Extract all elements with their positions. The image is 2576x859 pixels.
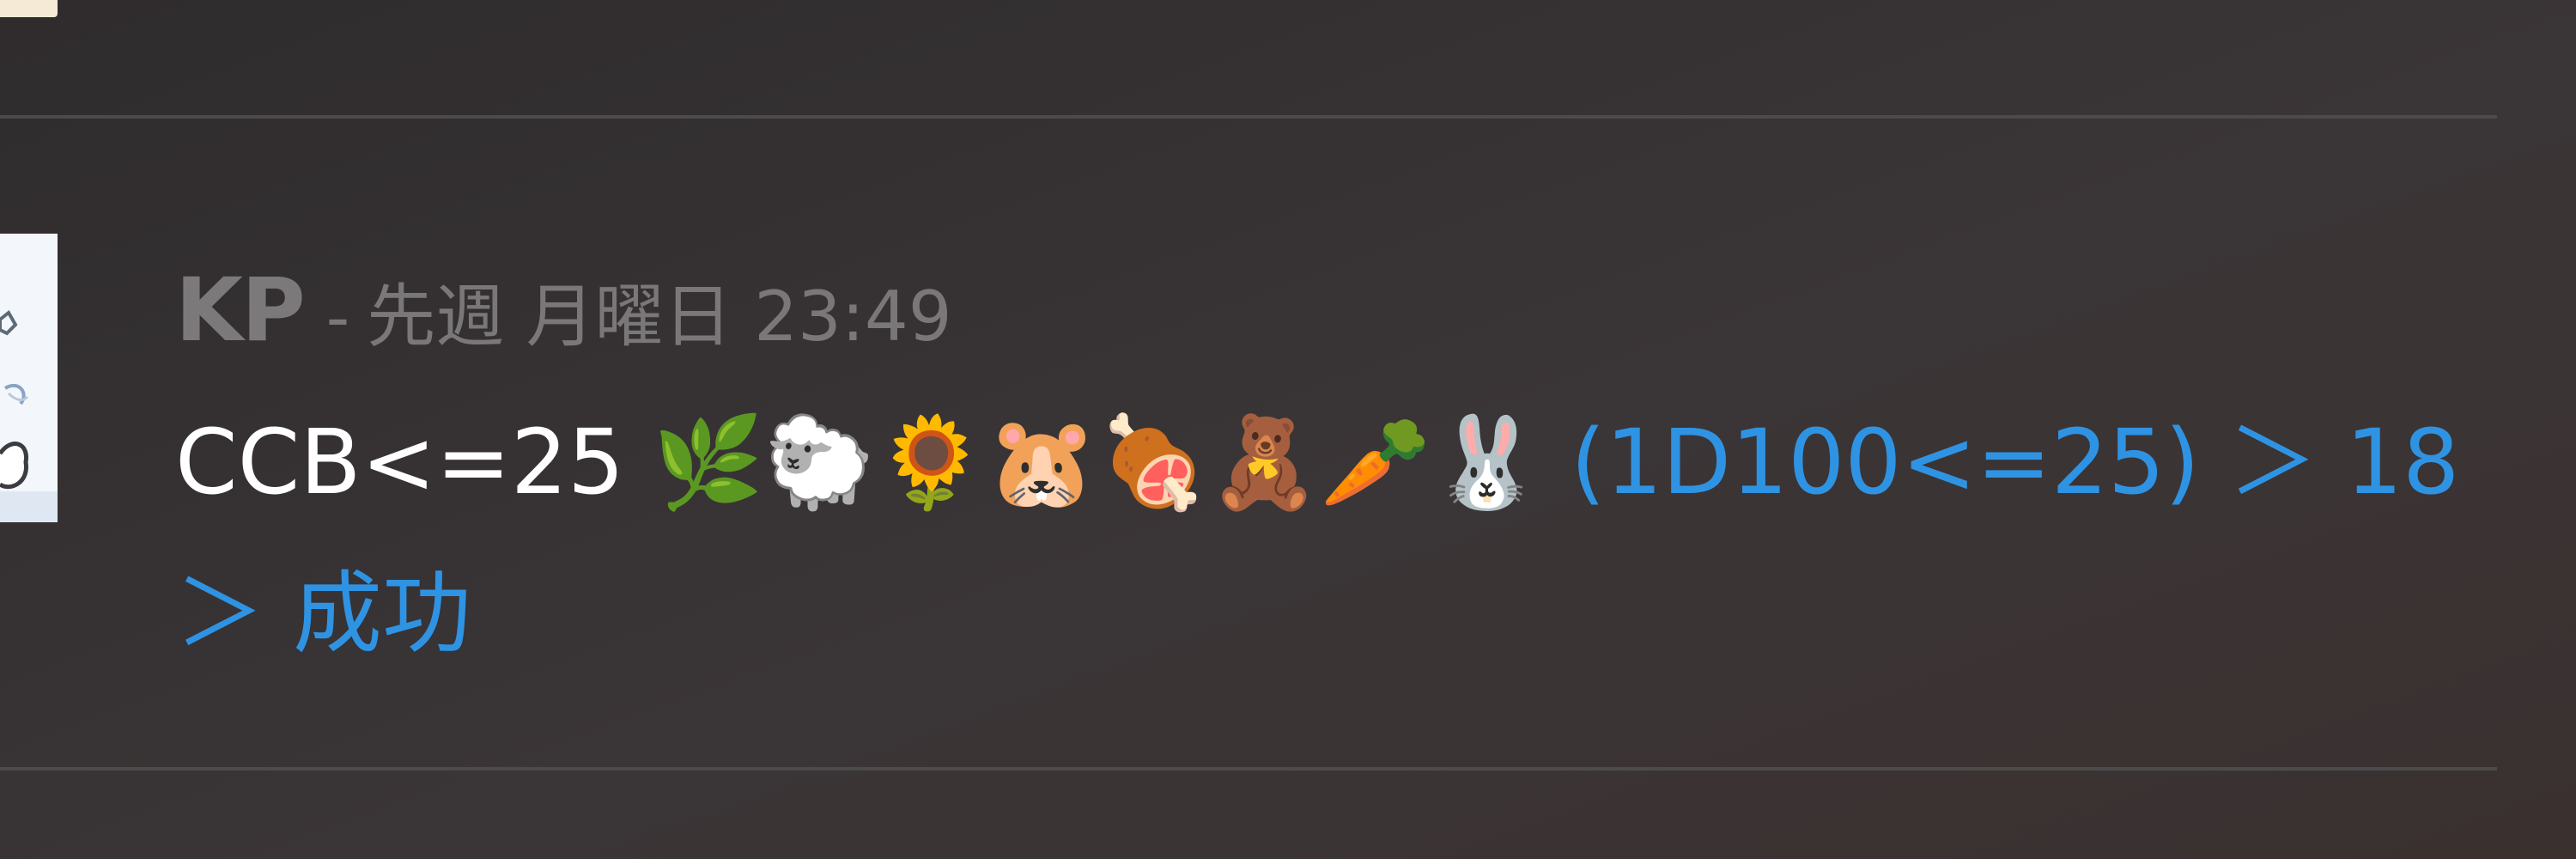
username[interactable]: KP [175, 259, 306, 362]
dice-command: CCB<=25 [175, 410, 625, 515]
message-divider-bottom [0, 767, 2497, 771]
timestamp: 先週 月曜日 23:49 [367, 277, 952, 356]
chat-message[interactable]: KP - 先週 月曜日 23:49 CCB<=25 🌿🐑🌻🐹🍖🧸🥕🐰 (1D10… [0, 234, 2533, 666]
message-header: KP - 先週 月曜日 23:49 [175, 259, 952, 362]
avatar-image [0, 234, 58, 522]
avatar[interactable] [0, 234, 58, 522]
emoji-sequence: 🌿🐑🌻🐹🍖🧸🥕🐰 [653, 410, 1543, 515]
message-divider-top [0, 115, 2497, 119]
message-body: CCB<=25 🌿🐑🌻🐹🍖🧸🥕🐰 (1D100<=25) ＞ 18 ＞ 成功 [175, 387, 2511, 689]
previous-message-avatar[interactable] [0, 0, 58, 17]
header-separator: - [325, 279, 350, 356]
